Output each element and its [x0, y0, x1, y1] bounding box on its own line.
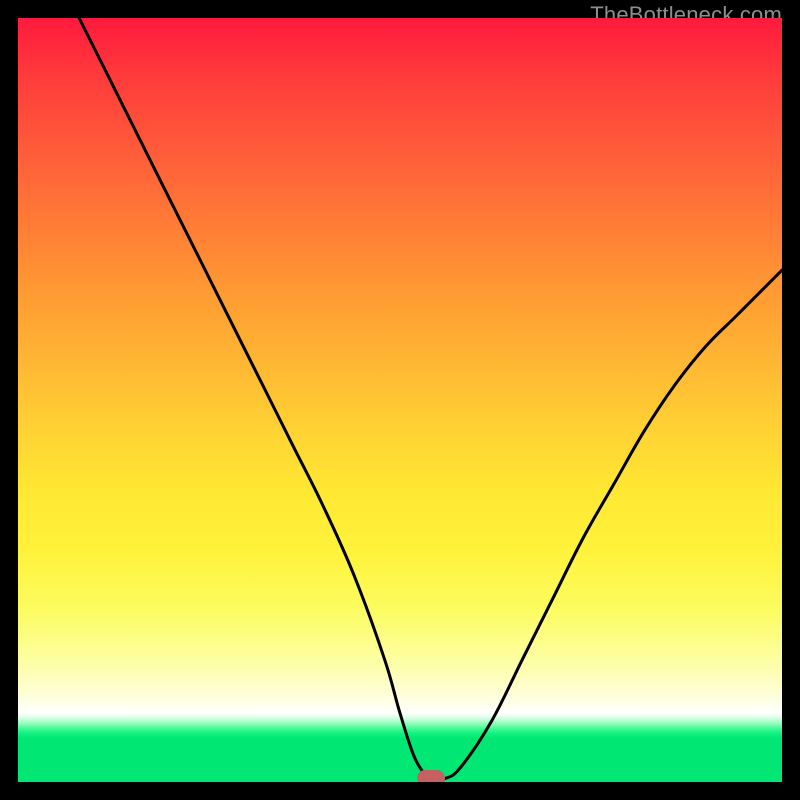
plot-area	[18, 18, 782, 782]
chart-container: TheBottleneck.com	[0, 0, 800, 800]
curve-layer	[18, 18, 782, 782]
optimal-marker	[417, 770, 445, 782]
bottleneck-curve	[79, 18, 782, 780]
